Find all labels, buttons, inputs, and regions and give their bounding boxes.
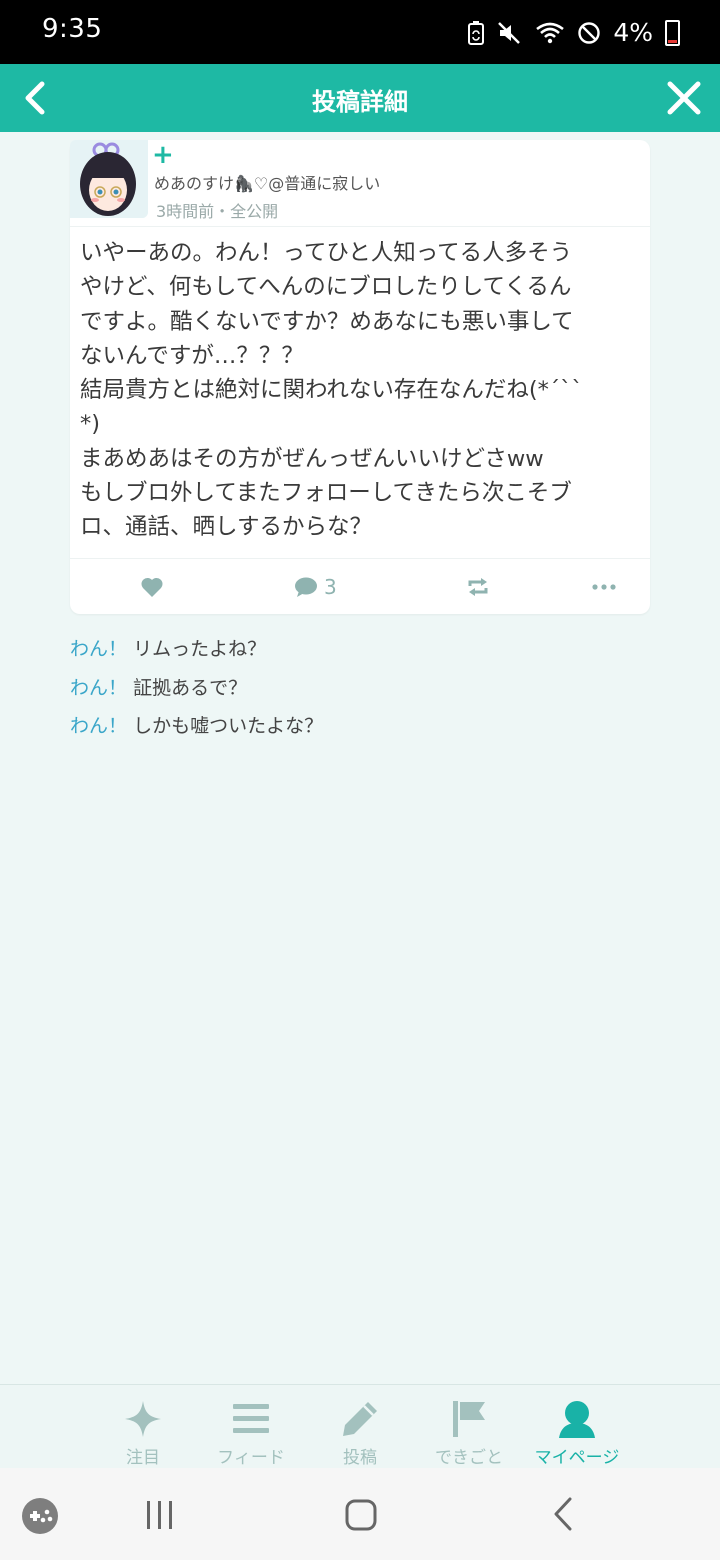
tab-label: マイページ bbox=[534, 1448, 620, 1468]
person-icon bbox=[559, 1401, 595, 1438]
tab-mypage[interactable]: マイページ bbox=[522, 1385, 632, 1469]
comment-text: リムったよね？ bbox=[133, 638, 267, 660]
post-author[interactable]: めあのすけ🦍♡@普通に寂しい bbox=[154, 170, 380, 194]
status-bar: 9:35 4% bbox=[0, 0, 720, 64]
like-button[interactable] bbox=[140, 570, 164, 604]
comment-list: わん！ リムったよね？ わん！ 証拠あるで？ わん！ しかも嘘ついたよな？ bbox=[70, 634, 670, 750]
tab-events[interactable]: できごと bbox=[414, 1385, 524, 1469]
game-launcher-icon[interactable] bbox=[20, 1496, 60, 1536]
more-button[interactable] bbox=[592, 570, 616, 604]
app-header: 投稿詳細 bbox=[0, 64, 720, 132]
battery-saver-icon bbox=[468, 20, 485, 45]
recent-apps-icon[interactable] bbox=[144, 1498, 176, 1532]
status-time: 9:35 bbox=[42, 14, 103, 44]
system-nav-bar bbox=[0, 1468, 720, 1560]
plus-icon[interactable]: + bbox=[152, 142, 174, 168]
heart-icon bbox=[141, 577, 163, 597]
battery-percent: 4% bbox=[613, 18, 653, 47]
comment-button[interactable]: 3 bbox=[294, 570, 337, 604]
repost-icon bbox=[468, 578, 488, 596]
mute-icon bbox=[498, 21, 521, 44]
divider bbox=[70, 226, 650, 227]
no-disturb-icon bbox=[578, 21, 601, 44]
sparkle-icon bbox=[125, 1401, 161, 1437]
bottom-tab-bar: 注目 フィード 投稿 できごと マイページ bbox=[0, 1384, 720, 1469]
comment-author[interactable]: わん！ bbox=[70, 638, 127, 660]
comment-text: しかも嘘ついたよな？ bbox=[133, 715, 324, 737]
tab-post[interactable]: 投稿 bbox=[305, 1385, 415, 1469]
post-actions: 3 bbox=[70, 560, 650, 614]
status-icons: 4% bbox=[467, 18, 680, 47]
back-icon[interactable] bbox=[550, 1496, 576, 1532]
post-body: いやーあの。わん！ってひと人知ってる人多そう やけど、何もしてへんのにブロしたり… bbox=[80, 240, 583, 541]
pencil-icon bbox=[343, 1402, 377, 1436]
comment-icon bbox=[295, 577, 317, 597]
comment-item[interactable]: わん！ しかも嘘ついたよな？ bbox=[70, 711, 670, 750]
repost-button[interactable] bbox=[466, 570, 490, 604]
comment-item[interactable]: わん！ 証拠あるで？ bbox=[70, 673, 670, 712]
comment-item[interactable]: わん！ リムったよね？ bbox=[70, 634, 670, 673]
more-icon bbox=[592, 584, 616, 590]
tab-label: 投稿 bbox=[343, 1448, 377, 1468]
post-meta: 3時間前・全公開 bbox=[156, 202, 279, 221]
comment-author[interactable]: わん！ bbox=[70, 677, 127, 699]
tab-label: 注目 bbox=[126, 1448, 160, 1468]
tab-label: フィード bbox=[217, 1448, 285, 1468]
home-icon[interactable] bbox=[344, 1498, 378, 1532]
battery-icon bbox=[665, 19, 680, 46]
tab-feed[interactable]: フィード bbox=[196, 1385, 306, 1469]
page-title: 投稿詳細 bbox=[312, 88, 408, 116]
menu-icon bbox=[233, 1404, 269, 1433]
flag-icon bbox=[453, 1401, 485, 1437]
divider bbox=[70, 558, 650, 559]
comment-text: 証拠あるで？ bbox=[133, 676, 248, 699]
wifi-icon bbox=[536, 22, 565, 43]
tab-attention[interactable]: 注目 bbox=[88, 1385, 198, 1469]
post-card: + めあのすけ🦍♡@普通に寂しい 3時間前・全公開 いやーあの。わん！ってひと人… bbox=[70, 140, 650, 614]
comment-author[interactable]: わん！ bbox=[70, 715, 127, 737]
tab-label: できごと bbox=[435, 1448, 503, 1468]
avatar[interactable] bbox=[70, 140, 148, 218]
comment-count: 3 bbox=[324, 575, 337, 599]
close-icon[interactable] bbox=[662, 76, 706, 120]
